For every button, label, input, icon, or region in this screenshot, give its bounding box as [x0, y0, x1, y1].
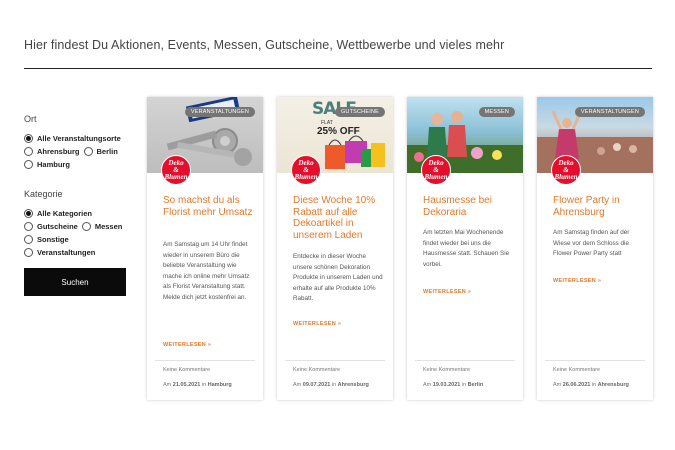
event-card[interactable]: SALE FLAT 25% OFF GUTSCHEINE Deko & Blumen… — [277, 97, 393, 400]
deko-blumen-logo: Deko & Blumen — [161, 155, 191, 185]
radio-icon[interactable] — [83, 147, 93, 156]
deko-blumen-logo: Deko & Blumen — [551, 155, 581, 185]
read-more-link[interactable]: WEITERLESEN » — [553, 278, 601, 284]
card-excerpt: Am letzten Mai Wochenende findet wieder … — [423, 229, 510, 268]
comments-count[interactable]: Keine Kommentare — [293, 367, 340, 373]
comments-count[interactable]: Keine Kommentare — [423, 367, 470, 373]
event-card[interactable]: MESSEN Deko & Blumen Hausmesse bei Dekorar… — [407, 97, 523, 400]
ort-title: Ort — [24, 114, 37, 124]
event-filter: Ort Alle Veranstaltungsorte Ahrensburg B… — [24, 114, 128, 296]
category-badge[interactable]: GUTSCHEINE — [334, 107, 385, 117]
page-headline: Hier findest Du Aktionen, Events, Messen… — [24, 38, 505, 52]
category-badge[interactable]: VERANSTALTUNGEN — [184, 107, 255, 117]
card-meta: Am 19.03.2021 in Berlin — [423, 382, 484, 388]
ort-option-berlin[interactable]: Berlin — [83, 145, 118, 158]
card-title[interactable]: Hausmesse bei Dekoraria — [423, 195, 515, 218]
radio-icon[interactable] — [81, 222, 91, 231]
kategorie-title: Kategorie — [24, 189, 63, 199]
ort-option-alle[interactable]: Alle Veranstaltungsorte — [24, 132, 121, 145]
radio-checked-icon[interactable] — [24, 134, 33, 143]
card-divider — [545, 360, 645, 361]
event-card[interactable]: VERANSTALTUNGEN Deko & Blumen So machst du… — [147, 97, 263, 400]
comments-count[interactable]: Keine Kommentare — [163, 367, 210, 373]
radio-icon[interactable] — [24, 222, 33, 231]
category-badge[interactable]: MESSEN — [478, 107, 515, 117]
header-divider — [24, 68, 652, 69]
card-meta: Am 09.07.2021 in Ahrensburg — [293, 382, 369, 388]
comments-count[interactable]: Keine Kommentare — [553, 367, 600, 373]
radio-icon[interactable] — [24, 147, 33, 156]
radio-checked-icon[interactable] — [24, 209, 33, 218]
ort-option-hamburg[interactable]: Hamburg — [24, 158, 70, 171]
read-more-link[interactable]: WEITERLESEN » — [163, 342, 211, 348]
card-title[interactable]: So machst du als Florist mehr Umsatz — [163, 195, 255, 218]
card-excerpt: Entdecke in dieser Woche unsere schönen … — [293, 253, 383, 302]
card-divider — [415, 360, 515, 361]
card-meta: Am 26.06.2021 in Ahrensburg — [553, 382, 629, 388]
card-meta: Am 21.05.2021 in Hamburg — [163, 382, 232, 388]
ort-option-ahrensburg[interactable]: Ahrensburg — [24, 145, 80, 158]
card-excerpt: Am Samstag finden auf der Wiese vor dem … — [553, 229, 630, 257]
card-divider — [155, 360, 255, 361]
card-divider — [285, 360, 385, 361]
kategorie-option-alle[interactable]: Alle Kategorien — [24, 207, 92, 220]
deko-blumen-logo: Deko & Blumen — [421, 155, 451, 185]
radio-icon[interactable] — [24, 248, 33, 257]
percent-off-text: 25% OFF — [317, 126, 360, 137]
event-card[interactable]: VERANSTALTUNGEN Deko & Blumen Flower Party… — [537, 97, 653, 400]
radio-icon[interactable] — [24, 235, 33, 244]
search-button[interactable]: Suchen — [24, 268, 126, 296]
card-title[interactable]: Diese Woche 10% Rabatt auf alle Dekoarti… — [293, 195, 385, 241]
read-more-link[interactable]: WEITERLESEN » — [423, 289, 471, 295]
deko-blumen-logo: Deko & Blumen — [291, 155, 321, 185]
card-title[interactable]: Flower Party in Ahrensburg — [553, 195, 645, 218]
kategorie-option-gutscheine[interactable]: Gutscheine — [24, 220, 78, 233]
kategorie-option-sonstige[interactable]: Sonstige — [24, 233, 69, 246]
card-excerpt: Am Samstag um 14 Uhr findet wieder in un… — [163, 241, 250, 301]
category-badge[interactable]: VERANSTALTUNGEN — [574, 107, 645, 117]
kategorie-option-veranstaltungen[interactable]: Veranstaltungen — [24, 246, 95, 259]
read-more-link[interactable]: WEITERLESEN » — [293, 321, 341, 327]
radio-icon[interactable] — [24, 160, 33, 169]
kategorie-option-messen[interactable]: Messen — [81, 220, 122, 233]
